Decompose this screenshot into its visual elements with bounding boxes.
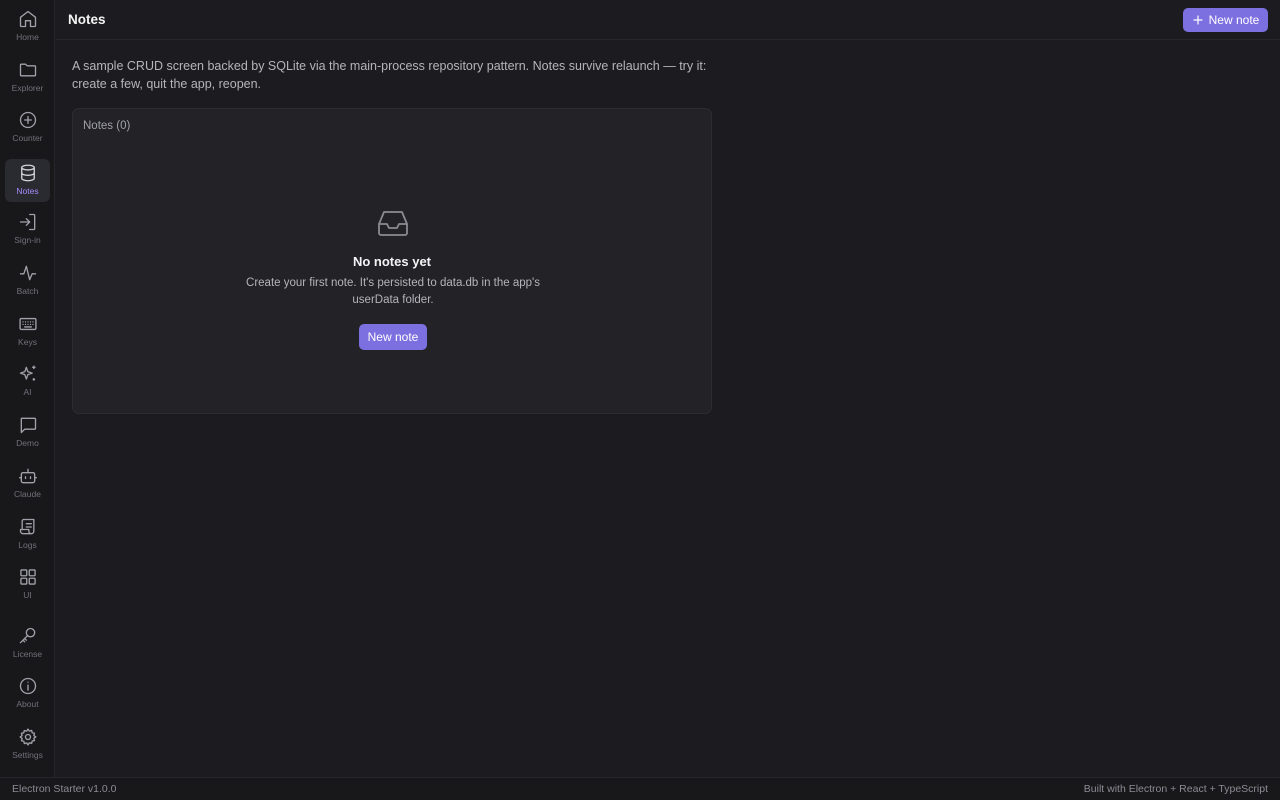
sidebar-item-label: Batch bbox=[16, 286, 39, 296]
sidebar-item-label: Explorer bbox=[11, 83, 44, 93]
notes-card-title: Notes (0) bbox=[83, 120, 131, 132]
sign-in-icon bbox=[19, 213, 35, 231]
sidebar-item-label: Notes bbox=[16, 186, 39, 196]
app-window: Home Explorer Counter Notes Sign-in Batc… bbox=[0, 0, 1280, 800]
built-with-text: Built with Electron + React + TypeScript bbox=[1083, 783, 1268, 795]
status-bar: Electron Starter v1.0.0 Built with Elect… bbox=[0, 777, 1280, 800]
sidebar-item-label: UI bbox=[23, 590, 32, 600]
sidebar-item-claude[interactable]: Claude bbox=[5, 462, 50, 505]
keyboard-icon bbox=[18, 317, 37, 331]
sidebar-item-label: Claude bbox=[14, 489, 41, 499]
sidebar-item-keys[interactable]: Keys bbox=[5, 310, 50, 353]
sidebar: Home Explorer Counter Notes Sign-in Batc… bbox=[0, 0, 55, 777]
app-version: Electron Starter v1.0.0 bbox=[12, 783, 117, 795]
sidebar-item-license[interactable]: License bbox=[5, 622, 50, 665]
sidebar-item-demo[interactable]: Demo bbox=[5, 411, 50, 454]
sidebar-item-ui[interactable]: UI bbox=[5, 563, 50, 606]
sidebar-item-label: Keys bbox=[18, 337, 37, 347]
sidebar-item-batch[interactable]: Batch bbox=[5, 259, 50, 302]
sidebar-item-label: Demo bbox=[16, 438, 39, 448]
sidebar-item-notes[interactable]: Notes bbox=[5, 159, 50, 202]
page-description: A sample CRUD screen backed by SQLite vi… bbox=[72, 59, 707, 91]
empty-state-new-note-button[interactable]: New note bbox=[359, 324, 427, 350]
sidebar-item-label: License bbox=[12, 649, 43, 659]
sidebar-item-label: Logs bbox=[18, 540, 37, 550]
inbox-icon bbox=[378, 211, 408, 236]
scroll-icon bbox=[19, 518, 34, 535]
info-icon bbox=[19, 677, 36, 695]
bot-icon bbox=[18, 468, 37, 484]
message-square-icon bbox=[20, 417, 36, 434]
new-note-button-label: New note bbox=[1208, 13, 1260, 27]
sidebar-item-ai[interactable]: AI bbox=[5, 360, 50, 403]
new-note-button[interactable]: New note bbox=[1183, 8, 1268, 32]
sparkles-icon bbox=[19, 365, 35, 381]
sidebar-item-logs[interactable]: Logs bbox=[5, 513, 50, 556]
plus-icon bbox=[1193, 15, 1203, 25]
notes-card: Notes (0) No notes yet Create your first… bbox=[72, 108, 712, 414]
sidebar-item-settings[interactable]: Settings bbox=[5, 723, 50, 766]
sidebar-item-counter[interactable]: Counter bbox=[5, 106, 50, 149]
key-icon bbox=[19, 627, 35, 644]
database-icon bbox=[20, 164, 35, 182]
plus-circle-icon bbox=[19, 111, 36, 129]
gear-icon bbox=[18, 728, 36, 746]
sidebar-item-label: AI bbox=[23, 387, 32, 397]
sidebar-item-label: Home bbox=[16, 32, 39, 42]
sidebar-item-label: Settings bbox=[12, 750, 43, 760]
page-header: Notes New note bbox=[56, 0, 1280, 40]
grid-icon bbox=[19, 569, 36, 585]
sidebar-item-sign-in[interactable]: Sign-in bbox=[5, 208, 50, 251]
sidebar-item-label: About bbox=[16, 699, 39, 709]
sidebar-item-label: Sign-in bbox=[14, 235, 41, 245]
home-icon bbox=[19, 10, 36, 28]
sidebar-item-explorer[interactable]: Explorer bbox=[5, 56, 50, 99]
sidebar-item-label: Counter bbox=[12, 133, 43, 143]
sidebar-item-home[interactable]: Home bbox=[5, 5, 50, 48]
activity-icon bbox=[19, 265, 36, 281]
empty-state-text: Create your first note. It's persisted t… bbox=[246, 277, 540, 306]
sidebar-item-about[interactable]: About bbox=[5, 672, 50, 715]
page-title: Notes bbox=[68, 12, 106, 27]
folder-icon bbox=[19, 63, 36, 77]
empty-state-title: No notes yet bbox=[352, 254, 431, 269]
